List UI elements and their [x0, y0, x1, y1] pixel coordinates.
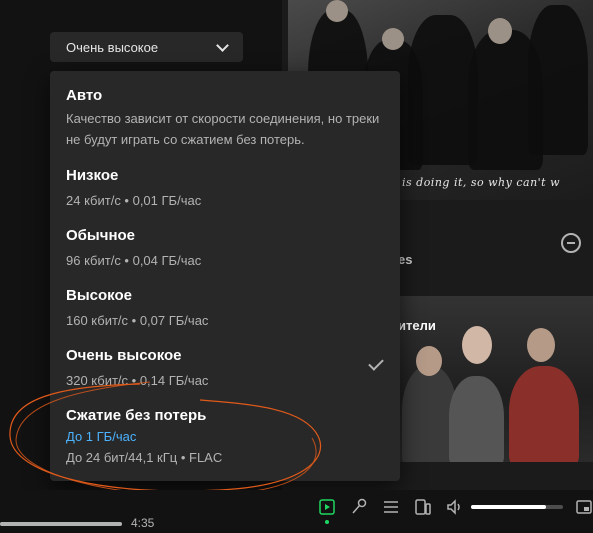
- option-lossless[interactable]: Сжатие без потерь До 1 ГБ/час До 24 бит/…: [66, 407, 384, 468]
- artist-caption: ители: [398, 318, 436, 333]
- player-bar: [0, 490, 593, 533]
- active-indicator: [325, 520, 329, 524]
- option-very-high[interactable]: Очень высокое 320 кбит/с • 0,14 ГБ/час: [66, 347, 384, 391]
- microphone-icon[interactable]: [350, 498, 368, 516]
- volume-fill: [471, 505, 547, 509]
- option-normal[interactable]: Обычное 96 кбит/с • 0,04 ГБ/час: [66, 227, 384, 271]
- option-desc: До 24 бит/44,1 кГц • FLAC: [66, 450, 223, 465]
- option-auto[interactable]: Авто Качество зависит от скорости соедин…: [66, 87, 384, 150]
- option-desc: 96 кбит/с • 0,04 ГБ/час: [66, 253, 202, 268]
- chevron-down-icon: [216, 38, 229, 52]
- option-title: Авто: [66, 87, 103, 104]
- artist-photo[interactable]: ители: [394, 296, 593, 462]
- quality-select[interactable]: Очень высокое: [50, 32, 243, 62]
- option-title: Высокое: [66, 287, 132, 304]
- quality-select-value: Очень высокое: [66, 39, 159, 55]
- option-high[interactable]: Высокое 160 кбит/с • 0,07 ГБ/час: [66, 287, 384, 331]
- card-subtitle: es: [398, 252, 413, 267]
- progress-fill: [0, 522, 122, 526]
- queue-icon[interactable]: [382, 498, 400, 516]
- option-title: Сжатие без потерь: [66, 407, 207, 424]
- handwriting-text: ... is doing it, so why can't w: [386, 176, 561, 189]
- option-title: Низкое: [66, 167, 119, 184]
- option-low[interactable]: Низкое 24 кбит/с • 0,01 ГБ/час: [66, 167, 384, 211]
- mini-player-icon[interactable]: [575, 498, 593, 516]
- option-desc: 24 кбит/с • 0,01 ГБ/час: [66, 193, 202, 208]
- now-playing-view-icon[interactable]: [318, 498, 336, 516]
- option-desc: 160 кбит/с • 0,07 ГБ/час: [66, 313, 209, 328]
- option-title: Очень высокое: [66, 347, 182, 364]
- volume-icon[interactable]: [446, 498, 464, 516]
- option-desc: Качество зависит от скорости соединения,…: [66, 111, 380, 147]
- remove-icon[interactable]: [561, 233, 581, 253]
- option-desc: 320 кбит/с • 0,14 ГБ/час: [66, 373, 209, 388]
- connect-device-icon[interactable]: [414, 498, 432, 516]
- track-duration: 4:35: [131, 516, 155, 530]
- option-title: Обычное: [66, 227, 136, 244]
- quality-dropdown: Авто Качество зависит от скорости соедин…: [50, 71, 400, 481]
- option-link[interactable]: До 1 ГБ/час: [66, 429, 384, 444]
